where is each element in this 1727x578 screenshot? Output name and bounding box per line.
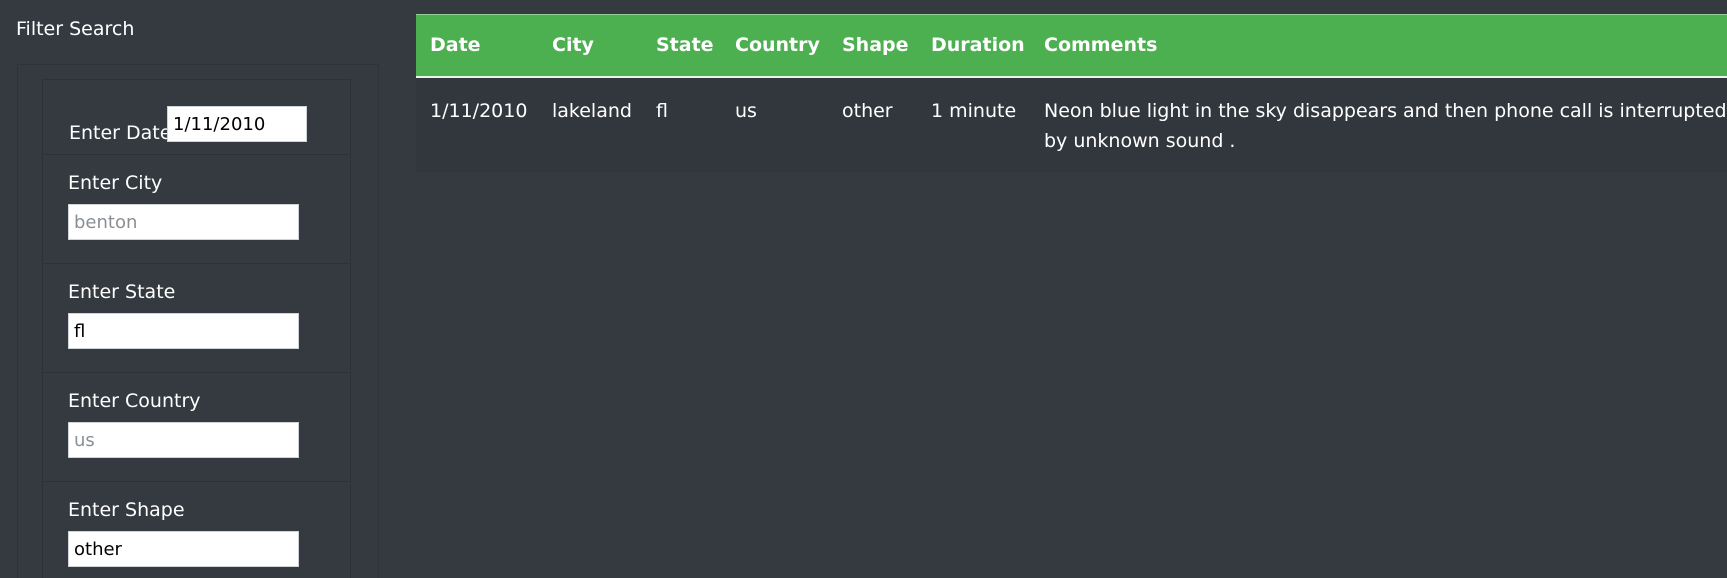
filter-item-date: Enter Date xyxy=(42,79,351,155)
column-header-state: State xyxy=(642,14,721,78)
filter-item-country: Enter Country xyxy=(42,373,351,482)
filter-item-city: Enter City xyxy=(42,155,351,264)
filter-item-state: Enter State xyxy=(42,264,351,373)
date-filter-label: Enter Date xyxy=(69,122,172,144)
filter-search-title: Filter Search xyxy=(16,18,135,40)
cell-country: us xyxy=(721,76,828,172)
results-area: Date City State Country Shape Duration C… xyxy=(416,14,1727,172)
cell-comments: Neon blue light in the sky disappears an… xyxy=(1030,76,1727,172)
cell-duration: 1 minute xyxy=(917,76,1030,172)
city-filter-input[interactable] xyxy=(68,204,299,240)
ufo-results-table: Date City State Country Shape Duration C… xyxy=(416,14,1727,172)
table-header-row: Date City State Country Shape Duration C… xyxy=(416,14,1727,78)
country-filter-input[interactable] xyxy=(68,422,299,458)
filter-list: Enter Date Enter City Enter State Enter … xyxy=(42,79,351,578)
state-filter-label: Enter State xyxy=(68,281,176,303)
column-header-duration: Duration xyxy=(917,14,1030,78)
city-filter-label: Enter City xyxy=(68,172,163,194)
date-filter-input[interactable] xyxy=(167,106,307,142)
shape-filter-input[interactable] xyxy=(68,531,299,567)
shape-filter-label: Enter Shape xyxy=(68,499,185,521)
state-filter-input[interactable] xyxy=(68,313,299,349)
column-header-shape: Shape xyxy=(828,14,917,78)
column-header-date: Date xyxy=(416,14,538,78)
cell-date: 1/11/2010 xyxy=(416,76,538,172)
table-row: 1/11/2010 lakeland fl us other 1 minute … xyxy=(416,76,1727,172)
country-filter-label: Enter Country xyxy=(68,390,201,412)
filter-sidebar: Filter Search Enter Date Enter City Ente… xyxy=(0,0,400,578)
column-header-city: City xyxy=(538,14,642,78)
column-header-country: Country xyxy=(721,14,828,78)
cell-city: lakeland xyxy=(538,76,642,172)
column-header-comments: Comments xyxy=(1030,14,1727,78)
page: Filter Search Enter Date Enter City Ente… xyxy=(0,0,1727,578)
cell-state: fl xyxy=(642,76,721,172)
cell-shape: other xyxy=(828,76,917,172)
filter-item-shape: Enter Shape xyxy=(42,482,351,578)
